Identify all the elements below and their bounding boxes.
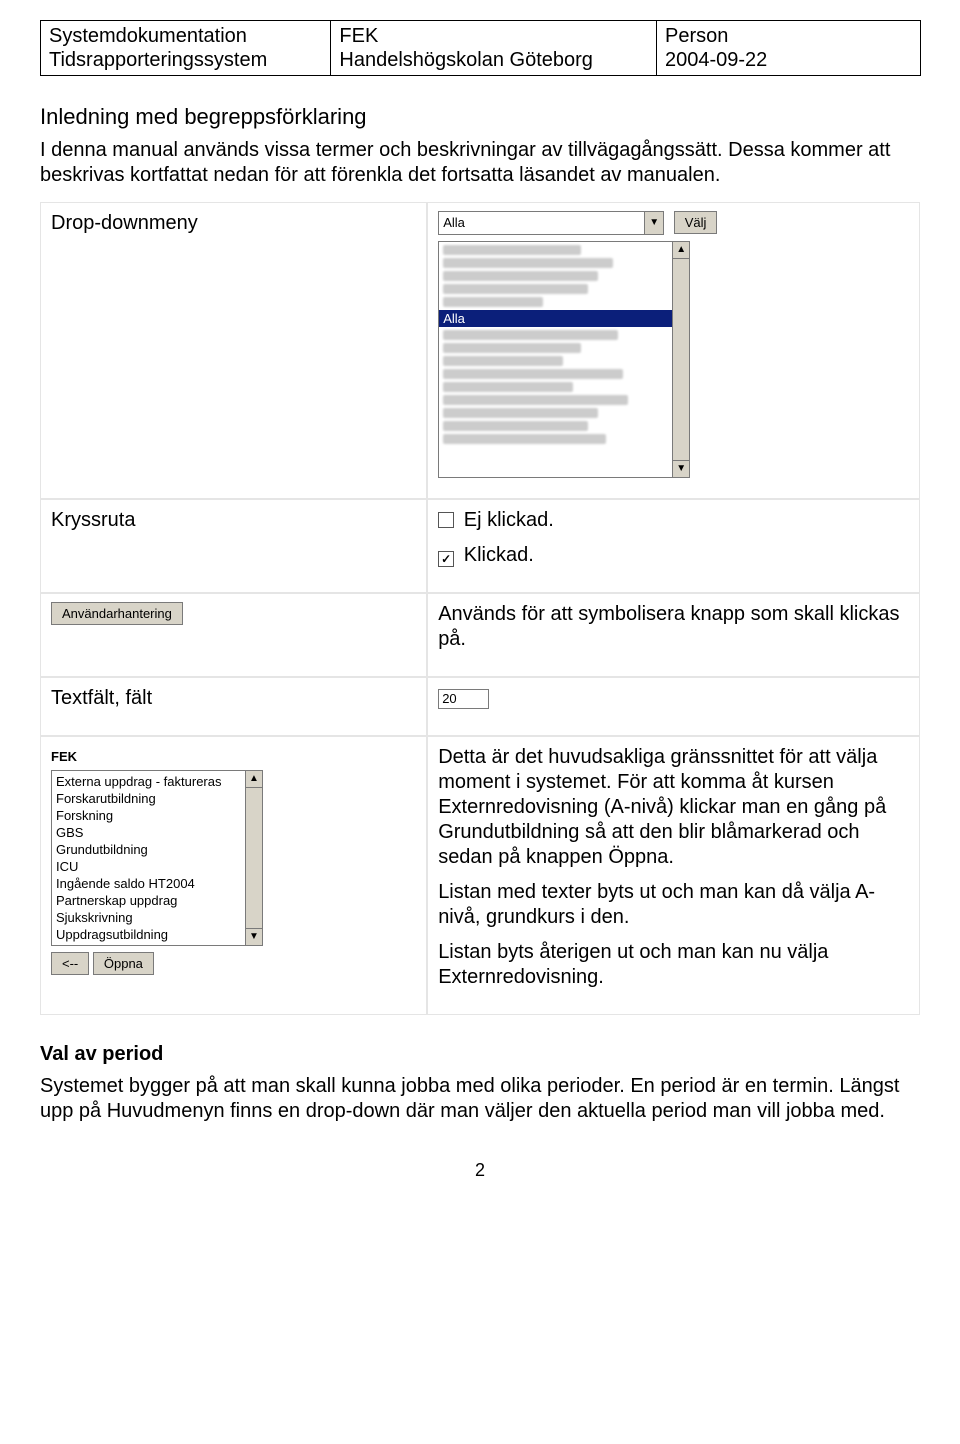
fek-back-button[interactable]: <--: [51, 952, 89, 975]
header-col2-line1: FEK: [339, 24, 648, 48]
dropdown-arrow-icon[interactable]: ▼: [644, 212, 663, 234]
val-av-period-text: Systemet bygger på att man skall kunna j…: [40, 1074, 920, 1124]
checkbox-unchecked[interactable]: [438, 512, 454, 528]
textfalt-label-cell: Textfält, fält: [40, 677, 427, 736]
page-number: 2: [40, 1160, 920, 1181]
textfalt-label: Textfält, fält: [51, 686, 416, 711]
val-av-period-heading: Val av period: [40, 1043, 920, 1066]
page: Systemdokumentation Tidsrapporteringssys…: [0, 0, 960, 1221]
fek-desc-3: Listan byts återigen ut och man kan nu v…: [438, 940, 909, 990]
intro-text: I denna manual används vissa termer och …: [40, 138, 920, 188]
kryssruta-example-cell: Ej klickad. Klickad.: [427, 499, 920, 593]
fek-listbox-cell: FEK ▲ ▼ Externa uppdrag - fakturerasFors…: [40, 736, 427, 1015]
fek-desc-cell: Detta är det huvudsakliga gränssnittet f…: [427, 736, 920, 1015]
dropdown-example-cell: Alla ▼ Välj ▲ ▼ Alla: [427, 202, 920, 499]
fek-label: FEK: [51, 745, 416, 770]
scroll-down-icon[interactable]: ▼: [673, 460, 689, 477]
fek-list-item[interactable]: Uppdragsutbildning: [56, 926, 244, 943]
fek-list-item[interactable]: GBS: [56, 824, 244, 841]
definition-table: Drop-downmeny Alla ▼ Välj ▲ ▼ Al: [40, 202, 920, 1015]
header-col1-line2: Tidsrapporteringssystem: [49, 48, 322, 72]
fek-desc-2: Listan med texter byts ut och man kan då…: [438, 880, 909, 930]
valj-button[interactable]: Välj: [674, 211, 718, 234]
kryssruta-label: Kryssruta: [51, 508, 416, 533]
scrollbar[interactable]: ▲ ▼: [672, 242, 689, 477]
document-header: Systemdokumentation Tidsrapporteringssys…: [40, 20, 921, 76]
fek-list-item[interactable]: Ingående saldo HT2004: [56, 875, 244, 892]
dropdown-open-list[interactable]: ▲ ▼ Alla: [438, 241, 690, 478]
fek-desc-1: Detta är det huvudsakliga gränssnittet f…: [438, 745, 909, 870]
header-col2-line2: Handelshögskolan Göteborg: [339, 48, 648, 72]
fek-list-item[interactable]: Partnerskap uppdrag: [56, 892, 244, 909]
fek-list-item[interactable]: Forskning: [56, 807, 244, 824]
scrollbar[interactable]: ▲ ▼: [245, 771, 262, 945]
fek-list-item[interactable]: Grundutbildning: [56, 841, 244, 858]
fek-listbox[interactable]: ▲ ▼ Externa uppdrag - fakturerasForskaru…: [51, 770, 263, 946]
scroll-down-icon[interactable]: ▼: [246, 928, 262, 945]
textfalt-example-cell: 20: [427, 677, 920, 736]
fek-list-item[interactable]: ICU: [56, 858, 244, 875]
checkbox-checked[interactable]: [438, 551, 454, 567]
intro-heading: Inledning med begreppsförklaring: [40, 104, 920, 130]
dropdown-label: Drop-downmeny: [51, 211, 416, 236]
button-example-desc: Används för att symbolisera knapp som sk…: [438, 602, 909, 652]
textfield-mockup[interactable]: 20: [438, 689, 489, 709]
header-col3-line1: Person: [665, 24, 912, 48]
scroll-up-icon[interactable]: ▲: [673, 242, 689, 259]
fek-open-button[interactable]: Öppna: [93, 952, 154, 975]
kryssruta-label-cell: Kryssruta: [40, 499, 427, 593]
header-col1-line1: Systemdokumentation: [49, 24, 322, 48]
list-item-highlighted[interactable]: Alla: [439, 310, 689, 327]
ej-klickad-label: Ej klickad.: [464, 509, 554, 531]
dropdown-selected: Alla: [443, 215, 465, 230]
fek-list-item[interactable]: Externa uppdrag - faktureras: [56, 773, 244, 790]
scroll-up-icon[interactable]: ▲: [246, 771, 262, 788]
fek-list-item[interactable]: Forskarutbildning: [56, 790, 244, 807]
button-example-desc-cell: Används för att symbolisera knapp som sk…: [427, 593, 920, 677]
button-example-label-cell: Användarhantering: [40, 593, 427, 677]
header-col3-line2: 2004-09-22: [665, 48, 912, 72]
anvandarhanterin-button[interactable]: Användarhantering: [51, 602, 183, 625]
fek-list-item[interactable]: Sjukskrivning: [56, 909, 244, 926]
klickad-label: Klickad.: [464, 544, 534, 566]
dropdown-mockup[interactable]: Alla ▼: [438, 211, 664, 235]
dropdown-label-cell: Drop-downmeny: [40, 202, 427, 499]
